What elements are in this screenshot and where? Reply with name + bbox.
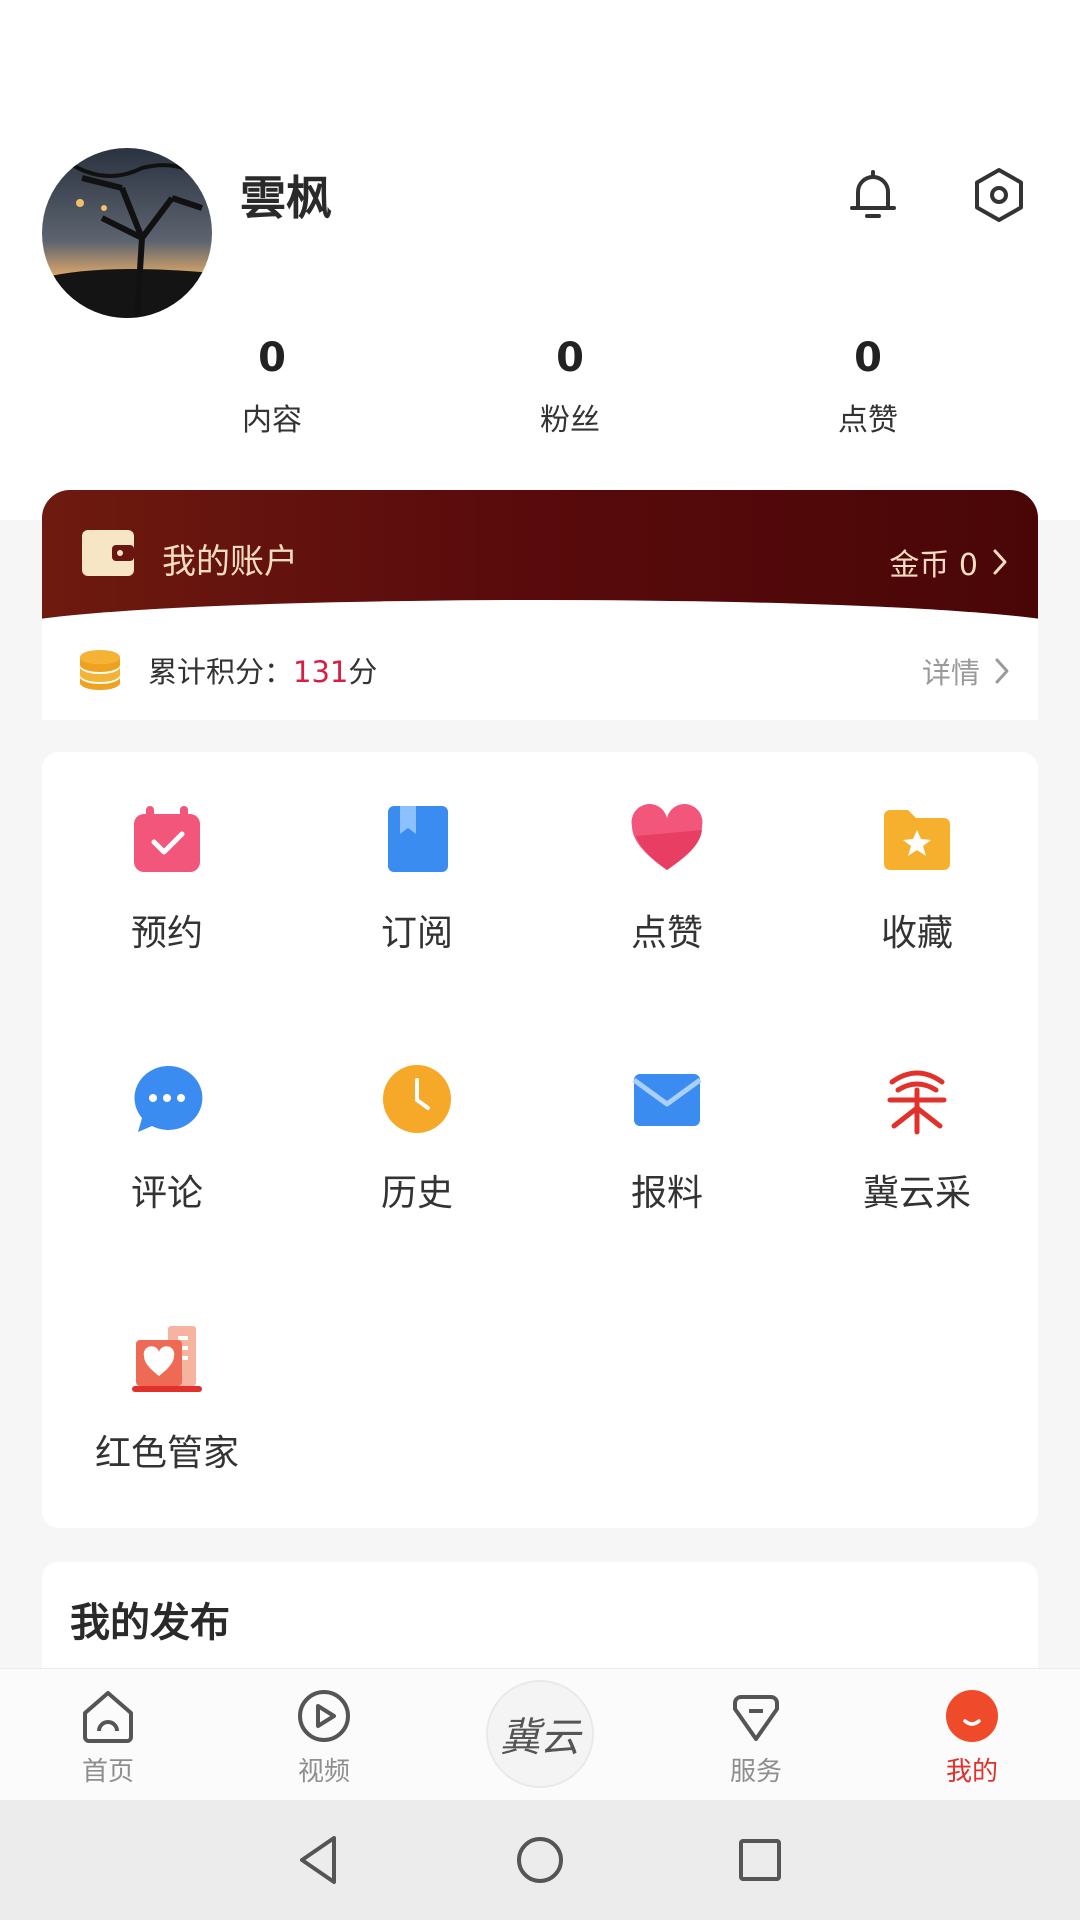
red-butler-icon	[132, 1326, 202, 1392]
stat-value: 0	[854, 335, 882, 381]
grid-item-label: 报料	[630, 1173, 703, 1214]
stat-label: 粉丝	[540, 403, 600, 438]
grid-item-label: 红色管家	[94, 1433, 239, 1474]
points-prefix: 累计积分：	[148, 655, 294, 689]
stat-label: 点赞	[838, 403, 898, 438]
calendar-check-icon	[134, 806, 200, 872]
tab-me[interactable]: 我的	[902, 1687, 1042, 1788]
grid-item-history[interactable]: 历史	[292, 1012, 542, 1214]
avatar[interactable]	[42, 148, 212, 318]
profile-stats: 0 内容 0 粉丝 0 点赞	[0, 335, 1080, 455]
tab-label: 服务	[729, 1757, 782, 1787]
grid-item-reservation[interactable]: 预约	[42, 752, 292, 954]
points-row[interactable]: 累计积分：131分 详情	[42, 620, 1038, 720]
me-icon	[946, 1690, 998, 1742]
system-navigation-bar	[0, 1800, 1080, 1920]
grid-item-subscribe[interactable]: 订阅	[292, 752, 542, 954]
stat-fans[interactable]: 0 粉丝	[470, 335, 670, 439]
grid-item-likes[interactable]: 点赞	[542, 752, 792, 954]
chevron-right-icon	[995, 658, 1009, 684]
settings-button[interactable]	[966, 162, 1032, 228]
back-triangle-icon[interactable]	[290, 1830, 350, 1890]
chevron-right-icon	[993, 549, 1007, 575]
coin-stack-icon	[80, 650, 120, 690]
coins-label: 金币 0	[889, 548, 978, 583]
clock-icon	[383, 1065, 451, 1133]
stat-likes[interactable]: 0 点赞	[768, 335, 968, 439]
stat-label: 内容	[242, 403, 302, 438]
details-label: 详情	[921, 656, 980, 690]
username: 雲枫	[240, 171, 332, 225]
grid-item-label: 冀云采	[862, 1173, 971, 1214]
grid-item-label: 收藏	[880, 913, 953, 954]
wallet-icon	[82, 530, 134, 576]
recents-square-icon[interactable]	[730, 1830, 790, 1890]
points-suffix: 分	[348, 655, 378, 689]
tab-home[interactable]: 首页	[38, 1687, 178, 1788]
stat-value: 0	[556, 335, 584, 381]
grid-item-favorites[interactable]: 收藏	[792, 752, 1042, 954]
coins-link[interactable]: 金币 0	[889, 540, 1008, 584]
jiyuncai-logo-icon	[887, 1070, 947, 1135]
bell-icon	[850, 170, 896, 218]
my-account-card[interactable]: 我的账户 金币 0	[42, 490, 1038, 630]
home-circle-icon[interactable]	[510, 1830, 570, 1890]
stat-value: 0	[258, 335, 286, 381]
star-folder-icon	[884, 810, 950, 870]
points-value: 131	[293, 655, 349, 689]
grid-item-label: 预约	[130, 913, 203, 954]
points-details-link[interactable]: 详情	[922, 650, 1010, 692]
stat-content[interactable]: 0 内容	[172, 335, 372, 439]
grid-item-label: 点赞	[630, 913, 703, 954]
bookmark-book-icon	[388, 806, 448, 872]
grid-item-jiyuncai[interactable]: 冀云采	[792, 1012, 1042, 1214]
diamond-tag-icon	[733, 1695, 779, 1741]
grid-item-label: 订阅	[380, 913, 453, 954]
center-logo-button[interactable]: 冀云	[486, 1680, 594, 1788]
grid-item-label: 历史	[380, 1173, 453, 1214]
tab-video[interactable]: 视频	[254, 1687, 394, 1788]
account-title: 我的账户	[162, 542, 298, 582]
tab-services[interactable]: 服务	[686, 1687, 826, 1788]
home-icon	[83, 1691, 133, 1743]
play-icon	[298, 1690, 350, 1742]
feature-grid: 预约 订阅 点赞 收藏 评论 历史 报料 冀云采 红色管家	[42, 752, 1038, 1528]
notification-button[interactable]	[840, 162, 906, 228]
tab-label: 我的	[945, 1757, 998, 1787]
grid-item-report[interactable]: 报料	[542, 1012, 792, 1214]
section-title: 我的发布	[70, 1600, 230, 1646]
chat-bubble-icon	[134, 1065, 203, 1132]
grid-item-label: 评论	[130, 1173, 203, 1214]
points-label: 累计积分：131分	[148, 649, 377, 691]
grid-item-comments[interactable]: 评论	[42, 1012, 292, 1214]
tab-label: 视频	[297, 1757, 350, 1787]
settings-hexagon-icon	[975, 168, 1023, 222]
center-logo-text: 冀云	[500, 1715, 580, 1761]
heart-icon	[631, 804, 703, 870]
tab-label: 首页	[81, 1757, 134, 1787]
envelope-icon	[632, 1074, 702, 1126]
grid-item-red-butler[interactable]: 红色管家	[42, 1272, 292, 1474]
my-publications-section: 我的发布	[42, 1562, 1038, 1672]
